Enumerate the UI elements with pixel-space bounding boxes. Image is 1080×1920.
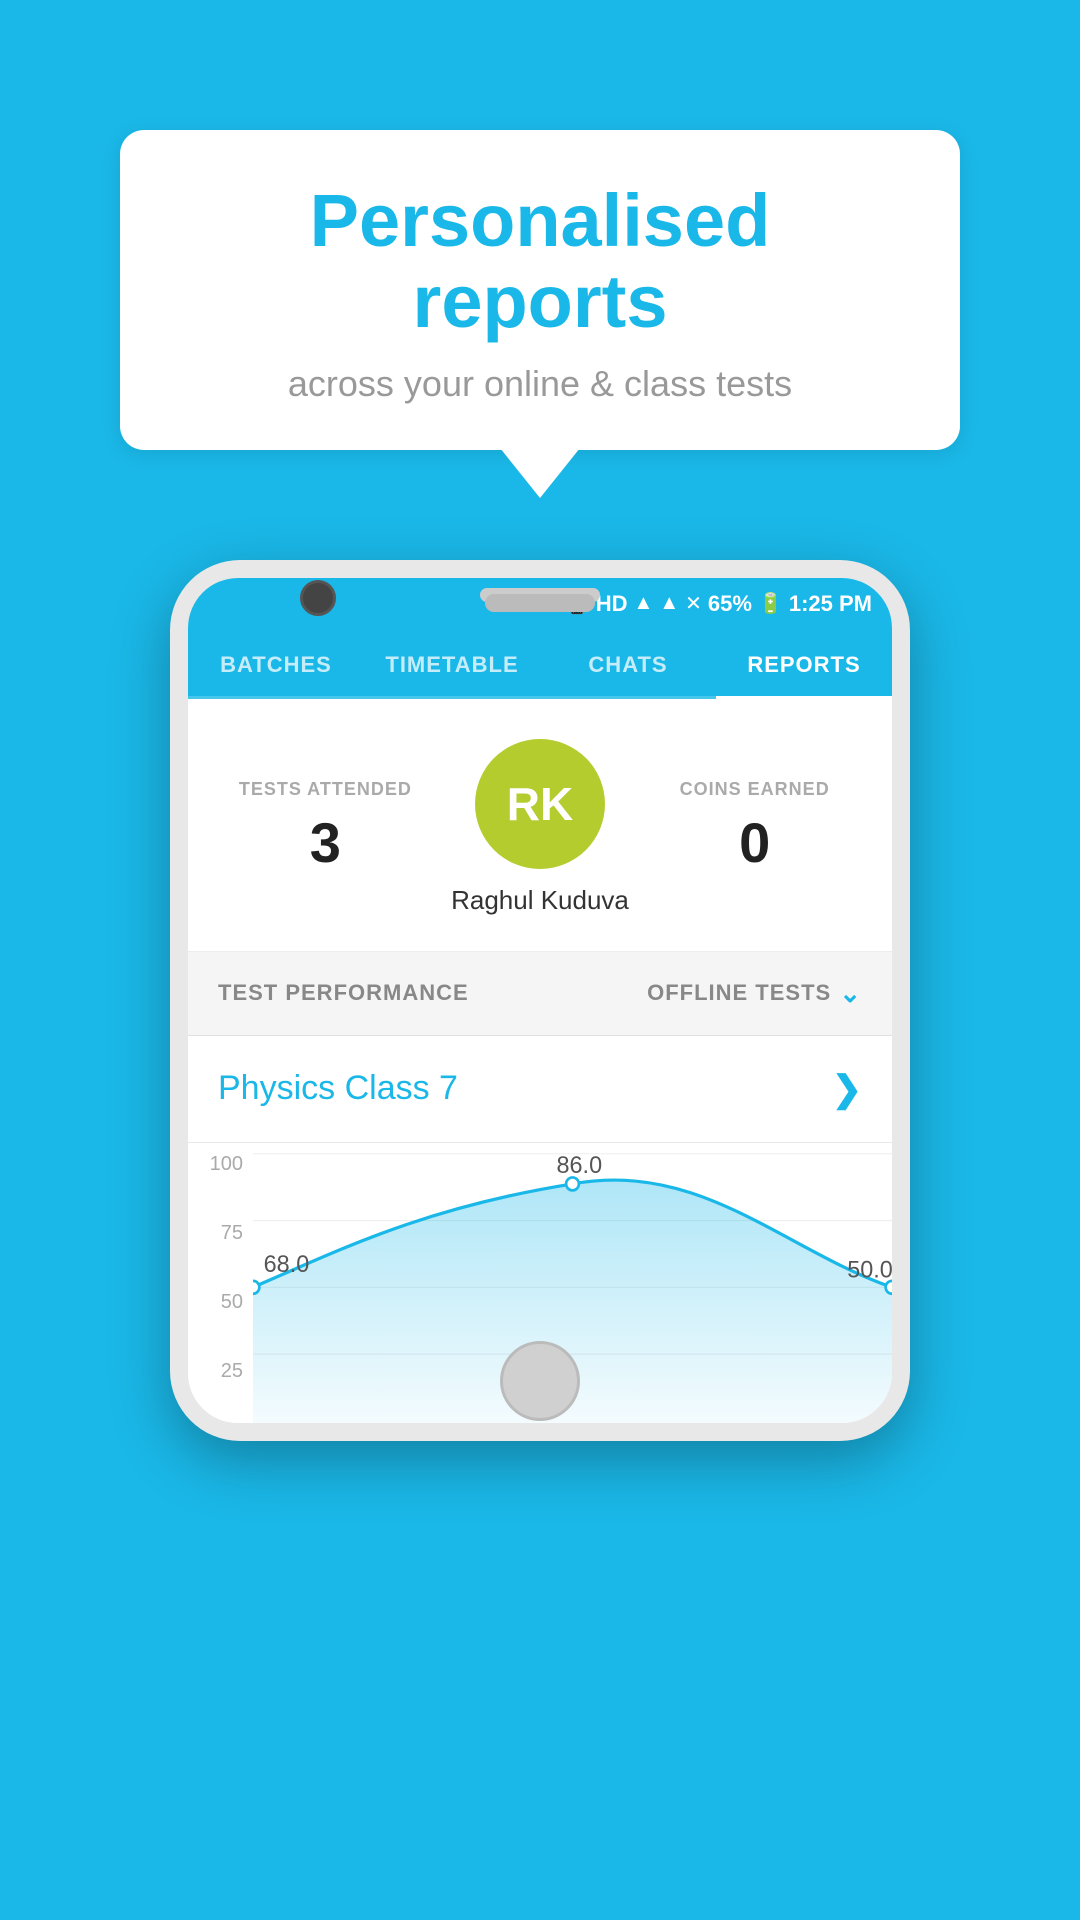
data-label-2: 86.0 — [557, 1152, 603, 1178]
coins-earned-block: COINS EARNED 0 — [647, 779, 862, 875]
phone-frame: ★ 📳 HD ▲ ▲ ✕ 65% 🔋 1:25 PM BATCHES TIMET — [170, 560, 910, 1441]
physics-class-row[interactable]: Physics Class 7 ❯ — [188, 1036, 892, 1143]
tab-reports[interactable]: REPORTS — [716, 630, 892, 696]
time-display: 1:25 PM — [789, 591, 872, 617]
tests-attended-block: TESTS ATTENDED 3 — [218, 779, 433, 875]
test-performance-label: TEST PERFORMANCE — [218, 980, 469, 1006]
avatar-name: Raghul Kuduva — [451, 885, 629, 916]
tooltip-subtitle: across your online & class tests — [180, 363, 900, 405]
speaker — [485, 594, 595, 612]
data-label-3: 50.0 — [847, 1256, 892, 1282]
camera — [300, 580, 336, 616]
avatar-block: RK Raghul Kuduva — [433, 739, 648, 916]
phone-wrapper: ★ 📳 HD ▲ ▲ ✕ 65% 🔋 1:25 PM BATCHES TIMET — [170, 560, 910, 1441]
offline-tests-button[interactable]: OFFLINE TESTS ⌄ — [647, 978, 862, 1009]
battery-icon: 🔋 — [758, 591, 783, 616]
chevron-right-icon: ❯ — [832, 1068, 862, 1110]
tests-attended-label: TESTS ATTENDED — [218, 779, 433, 800]
battery-percent: 65% — [708, 591, 752, 617]
class-name: Physics Class 7 — [218, 1069, 458, 1108]
x-icon: ✕ — [685, 591, 702, 616]
y-label-100: 100 — [188, 1153, 253, 1176]
home-button[interactable] — [500, 1341, 580, 1421]
avatar: RK — [475, 739, 605, 869]
coins-earned-value: 0 — [647, 810, 862, 875]
tab-chats[interactable]: CHATS — [540, 630, 716, 696]
data-point-1 — [253, 1281, 259, 1294]
y-label-25: 25 — [188, 1360, 253, 1383]
test-performance-header: TEST PERFORMANCE OFFLINE TESTS ⌄ — [188, 952, 892, 1036]
tooltip-title: Personalised reports — [180, 180, 900, 343]
tab-batches[interactable]: BATCHES — [188, 630, 364, 696]
y-label-50: 50 — [188, 1291, 253, 1314]
data-label-1: 68.0 — [264, 1251, 310, 1277]
wifi-icon: ▲ — [634, 592, 654, 615]
chart-y-labels: 100 75 50 25 — [188, 1143, 253, 1423]
tests-attended-value: 3 — [218, 810, 433, 875]
chevron-down-icon: ⌄ — [839, 978, 862, 1009]
phone-screen: ★ 📳 HD ▲ ▲ ✕ 65% 🔋 1:25 PM BATCHES TIMET — [188, 578, 892, 1423]
hd-badge: HD — [596, 591, 628, 617]
y-label-75: 75 — [188, 1222, 253, 1245]
nav-tabs: BATCHES TIMETABLE CHATS REPORTS — [188, 630, 892, 699]
tooltip-card: Personalised reports across your online … — [120, 130, 960, 450]
tab-timetable[interactable]: TIMETABLE — [364, 630, 540, 696]
coins-earned-label: COINS EARNED — [647, 779, 862, 800]
data-point-2 — [566, 1177, 579, 1190]
signal-icon: ▲ — [659, 592, 679, 615]
profile-section: TESTS ATTENDED 3 RK Raghul Kuduva COINS … — [188, 699, 892, 952]
data-point-3 — [886, 1281, 892, 1294]
